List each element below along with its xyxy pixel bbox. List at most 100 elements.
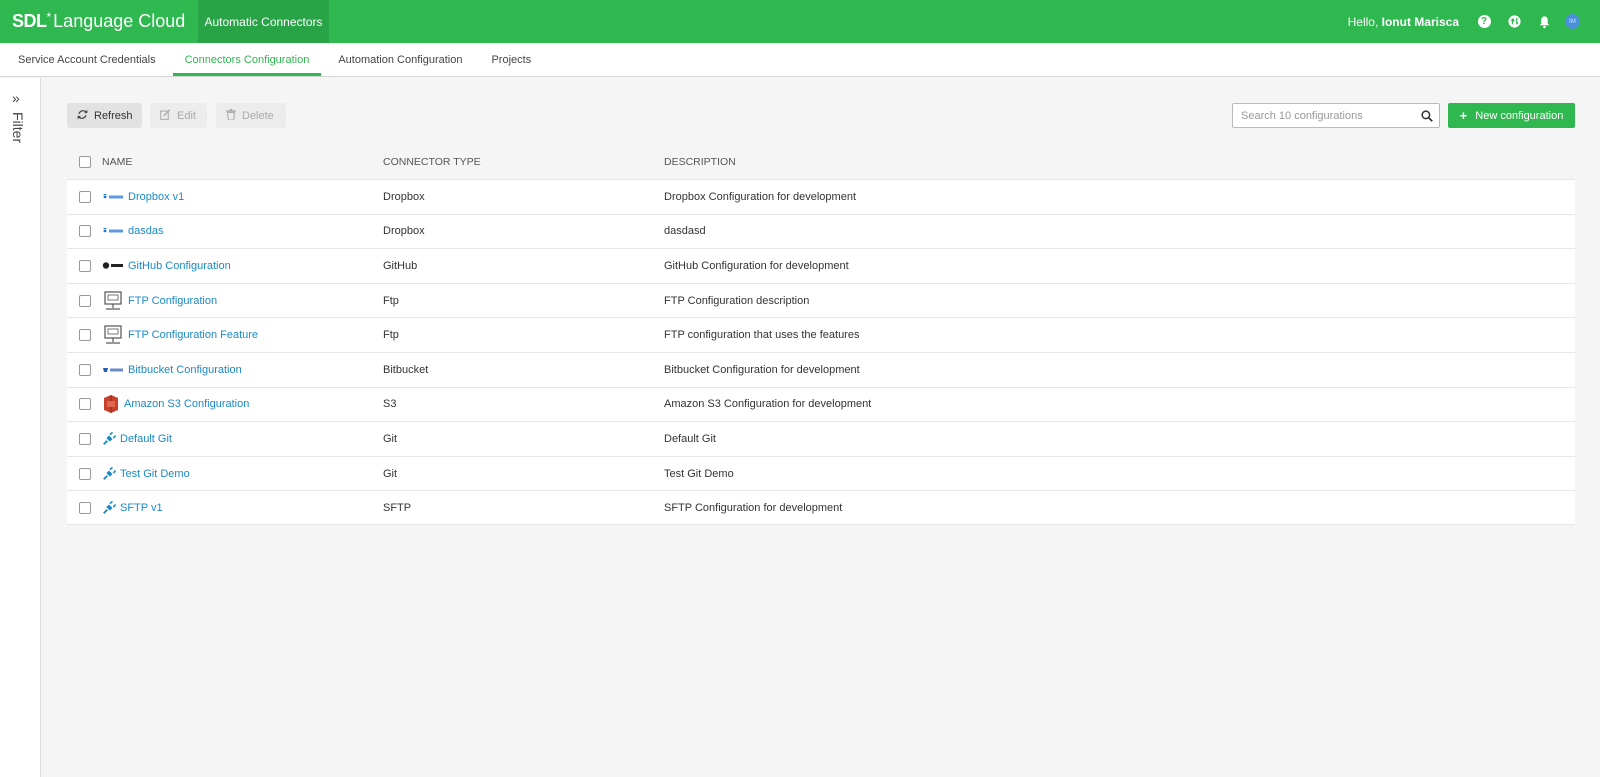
- row-checkbox[interactable]: [78, 225, 91, 238]
- plug-icon: [102, 466, 116, 481]
- row-checkbox[interactable]: [78, 329, 91, 342]
- column-header-name[interactable]: NAME: [102, 156, 383, 168]
- greeting-prefix: Hello,: [1347, 14, 1379, 29]
- bitbucket-icon: [102, 366, 124, 374]
- description-cell: Amazon S3 Configuration for development: [664, 398, 872, 411]
- column-header-connector-type[interactable]: CONNECTOR TYPE: [383, 156, 664, 168]
- help-icon[interactable]: ?: [1469, 15, 1499, 28]
- refresh-button[interactable]: Refresh: [67, 103, 142, 128]
- row-checkbox[interactable]: [78, 432, 91, 445]
- table-row[interactable]: Test Git Demo Git Test Git Demo: [67, 455, 1575, 491]
- configuration-name-link[interactable]: Bitbucket Configuration: [128, 364, 242, 376]
- new-configuration-button[interactable]: + New configuration: [1448, 103, 1575, 128]
- ftp-icon: [102, 325, 124, 345]
- top-bar: SDL * Language Cloud Automatic Connector…: [0, 0, 1600, 43]
- row-checkbox[interactable]: [78, 294, 91, 307]
- amazon-s3-icon: [102, 394, 120, 414]
- connector-type-cell: Dropbox: [383, 225, 425, 238]
- trash-icon: [226, 108, 236, 123]
- row-checkbox[interactable]: [78, 363, 91, 376]
- connector-type-cell: Dropbox: [383, 190, 425, 203]
- search-input[interactable]: [1241, 109, 1415, 122]
- configuration-name-link[interactable]: GitHub Configuration: [128, 260, 231, 272]
- description-cell: Dropbox Configuration for development: [664, 190, 857, 203]
- plug-icon: [102, 431, 116, 446]
- connector-type-cell: GitHub: [383, 259, 418, 272]
- dropbox-icon: [102, 193, 124, 201]
- dropbox-icon: [102, 227, 124, 235]
- filter-label[interactable]: Filter: [10, 112, 26, 143]
- brand-sdl: SDL: [12, 11, 47, 31]
- tab-connectors-configuration[interactable]: Connectors Configuration: [172, 43, 322, 76]
- brand-logo[interactable]: SDL * Language Cloud: [0, 10, 198, 32]
- tab-service-account-credentials[interactable]: Service Account Credentials: [6, 43, 168, 76]
- row-checkbox[interactable]: [78, 501, 91, 514]
- avatar[interactable]: IM: [1565, 14, 1580, 29]
- edit-label: Edit: [177, 109, 196, 122]
- configuration-name-link[interactable]: Default Git: [120, 433, 172, 445]
- connector-type-cell: Ftp: [383, 329, 399, 342]
- column-header-description[interactable]: DESCRIPTION: [664, 156, 1575, 168]
- description-cell: FTP Configuration description: [664, 294, 810, 307]
- connector-type-cell: Ftp: [383, 294, 399, 307]
- tab-projects[interactable]: Projects: [479, 43, 543, 76]
- user-name: Ionut Marisca: [1381, 14, 1459, 29]
- description-cell: Default Git: [664, 432, 716, 445]
- description-cell: GitHub Configuration for development: [664, 259, 849, 272]
- plug-icon: [102, 500, 116, 515]
- globe-icon[interactable]: [1499, 15, 1529, 28]
- new-configuration-label: New configuration: [1475, 109, 1564, 122]
- configuration-name-link[interactable]: dasdas: [128, 225, 163, 237]
- edit-button[interactable]: Edit: [150, 103, 207, 128]
- configuration-name-link[interactable]: FTP Configuration: [128, 295, 217, 307]
- brand-star: *: [46, 10, 52, 24]
- app-tab-automatic-connectors[interactable]: Automatic Connectors: [198, 0, 329, 43]
- configuration-name-link[interactable]: SFTP v1: [120, 502, 163, 514]
- table-row[interactable]: Amazon S3 Configuration S3 Amazon S3 Con…: [67, 386, 1575, 422]
- delete-label: Delete: [242, 109, 274, 122]
- configuration-name-link[interactable]: Test Git Demo: [120, 468, 190, 480]
- configuration-name-link[interactable]: Amazon S3 Configuration: [124, 398, 249, 410]
- sub-navigation: Service Account Credentials Connectors C…: [0, 43, 1600, 77]
- ftp-icon: [102, 290, 124, 311]
- table-row[interactable]: FTP Configuration Ftp FTP Configuration …: [67, 282, 1575, 318]
- row-checkbox[interactable]: [78, 190, 91, 203]
- table-row[interactable]: Bitbucket Configuration Bitbucket Bitbuc…: [67, 351, 1575, 387]
- configurations-table: NAME CONNECTOR TYPE DESCRIPTION Dropbox …: [67, 144, 1575, 525]
- connector-type-cell: SFTP: [383, 501, 412, 514]
- select-all-checkbox[interactable]: [78, 155, 91, 168]
- row-checkbox[interactable]: [78, 467, 91, 480]
- connector-type-cell: Git: [383, 432, 398, 445]
- row-checkbox[interactable]: [78, 398, 91, 411]
- table-row[interactable]: Default Git Git Default Git: [67, 421, 1575, 456]
- refresh-icon: [77, 109, 88, 123]
- configuration-name-link[interactable]: FTP Configuration Feature: [128, 329, 258, 341]
- plus-icon: +: [1459, 108, 1468, 123]
- refresh-label: Refresh: [94, 109, 133, 122]
- configuration-name-link[interactable]: Dropbox v1: [128, 191, 184, 203]
- search-icon[interactable]: [1415, 109, 1439, 122]
- greeting: Hello, Ionut Marisca: [1348, 15, 1459, 29]
- table-row[interactable]: GitHub Configuration GitHub GitHub Confi…: [67, 248, 1575, 283]
- table-row[interactable]: Dropbox v1 Dropbox Dropbox Configuration…: [67, 179, 1575, 214]
- connector-type-cell: S3: [383, 398, 397, 411]
- bell-icon[interactable]: [1529, 15, 1559, 29]
- table-row[interactable]: FTP Configuration Feature Ftp FTP config…: [67, 317, 1575, 352]
- description-cell: dasdasd: [664, 225, 706, 238]
- search-box: [1232, 103, 1440, 128]
- delete-button[interactable]: Delete: [216, 103, 286, 128]
- tab-automation-configuration[interactable]: Automation Configuration: [326, 43, 474, 76]
- table-row[interactable]: SFTP v1 SFTP SFTP Configuration for deve…: [67, 490, 1575, 525]
- expand-filter-icon[interactable]: »: [12, 90, 20, 106]
- connector-type-cell: Git: [383, 467, 398, 480]
- table-row[interactable]: dasdas Dropbox dasdasd: [67, 213, 1575, 249]
- table-header: NAME CONNECTOR TYPE DESCRIPTION: [67, 144, 1575, 179]
- connector-type-cell: Bitbucket: [383, 363, 429, 376]
- description-cell: SFTP Configuration for development: [664, 501, 843, 514]
- brand-product: Language Cloud: [53, 11, 186, 31]
- user-area: Hello, Ionut Marisca ? IM: [1348, 14, 1600, 29]
- github-icon: [102, 261, 124, 270]
- filter-panel: » Filter: [0, 78, 41, 777]
- row-checkbox[interactable]: [78, 259, 91, 272]
- description-cell: Test Git Demo: [664, 467, 734, 480]
